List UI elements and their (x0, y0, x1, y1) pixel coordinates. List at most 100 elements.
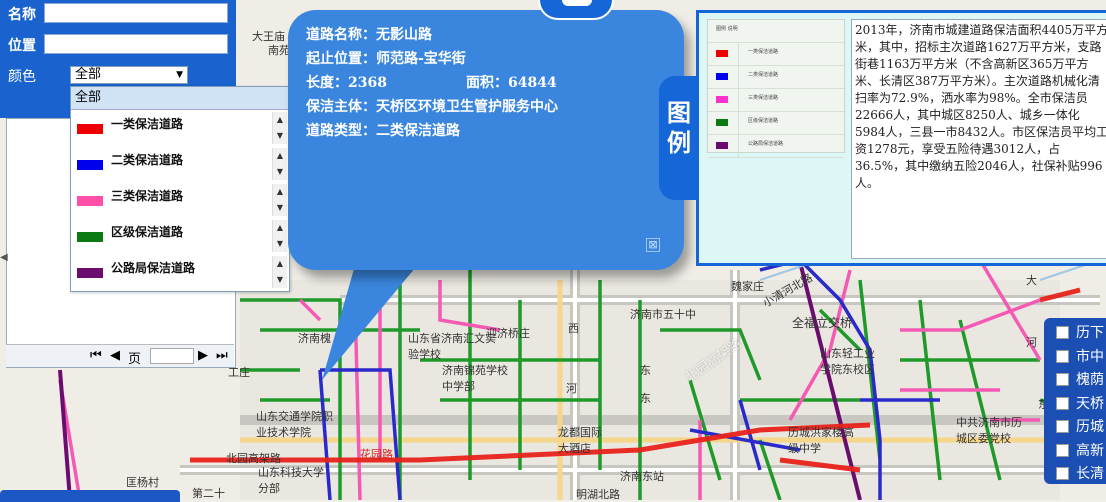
map-label: 山东省济南汇文实验学校 (408, 332, 496, 361)
legend-row: 二类保洁道路 (708, 66, 844, 89)
legend-color-swatch (716, 96, 728, 103)
road-maintainer: 保洁主体：天桥区环境卫生管护服务中心 (306, 99, 558, 115)
legend-label: 三类保洁道路 (748, 95, 779, 101)
legend-label: 二类保洁道路 (748, 72, 779, 78)
prev-page-icon[interactable]: ◀ (110, 348, 120, 363)
color-swatch (77, 160, 103, 170)
name-label: 名称 (8, 7, 36, 23)
district-checkbox[interactable] (1056, 326, 1069, 339)
map-label: 济南市五十中 (630, 308, 696, 321)
color-label: 颜色 (8, 69, 36, 85)
legend-divider (738, 135, 739, 157)
map-label: 东 (640, 392, 651, 405)
legend-table: 图例 说明 一类保洁道路 二类保洁道路 三类保洁道路 区级保洁道路 公路局保洁道路 (707, 19, 845, 158)
location-label: 位置 (8, 38, 36, 54)
map-label: 济南锦苑学校中学部 (442, 364, 508, 393)
legend-header-row: 图例 说明 (708, 20, 844, 43)
legend-divider (738, 89, 739, 111)
district-checkbox[interactable] (1056, 349, 1069, 363)
map-label: 龙都国际大酒店 (558, 426, 602, 455)
map-label: 大 (1026, 274, 1037, 287)
legend-tab[interactable]: 图例 (659, 76, 699, 200)
location-input[interactable] (44, 34, 228, 54)
color-select[interactable]: 全部 ▼ (70, 66, 188, 84)
dropdown-option-label: 区级保洁道路 (111, 225, 184, 239)
road-type: 道路类型：二类保洁道路 (306, 123, 460, 139)
district-checkbox[interactable] (1056, 420, 1069, 433)
district-label: 历城 (1076, 419, 1104, 435)
last-page-icon[interactable]: ⏭ (216, 348, 228, 363)
district-option[interactable]: 市中 (1056, 346, 1106, 366)
legend-color-swatch (716, 73, 728, 80)
scroll-arrows-icon[interactable]: ▲ ▼ (272, 148, 287, 180)
color-dropdown-list[interactable]: 全部 一类保洁道路 ▲ ▼ 二类保洁道路 ▲ ▼ 三类保洁道路 ▲ ▼ 区级保洁道路 ▲ ▼ 公路局保洁… (70, 86, 290, 292)
legend-description: 2013年，济南市城建道路保洁面积4405万平方米，其中，招标主次道路1627万… (851, 19, 1106, 259)
map-label: 河 (1026, 336, 1037, 349)
dropdown-option[interactable]: 三类保洁道路 ▲ ▼ (71, 182, 289, 218)
color-swatch (77, 268, 103, 278)
map-label: 山东交通学院职业技术学院 (256, 410, 333, 439)
district-option[interactable]: 高新 (1056, 440, 1106, 460)
district-checkbox[interactable] (1056, 443, 1069, 457)
legend-divider (738, 112, 739, 134)
color-swatch (77, 196, 103, 206)
top-toggle-handle (562, 0, 592, 6)
map-label: 山东轻工业学院东校区 (820, 347, 875, 376)
close-icon[interactable]: ⊠ (646, 238, 660, 252)
legend-label: 区级保洁道路 (748, 118, 779, 124)
page-number-input[interactable] (150, 348, 194, 364)
legend-label: 公路局保洁道路 (748, 141, 784, 147)
district-checkbox[interactable] (1056, 396, 1069, 410)
district-label: 槐荫 (1076, 372, 1104, 388)
legend-row: 三类保洁道路 (708, 89, 844, 112)
district-option[interactable]: 天桥 (1056, 393, 1106, 413)
district-option[interactable]: 长清 (1056, 463, 1106, 483)
bottom-panel-tab[interactable] (0, 490, 180, 502)
legend-row: 区级保洁道路 (708, 112, 844, 135)
district-label: 高新 (1076, 442, 1104, 459)
district-option[interactable]: 历城 (1056, 416, 1106, 436)
dropdown-option-label: 三类保洁道路 (111, 189, 184, 203)
road-info-popup: 道路名称：无影山路 起止位置：师范路-宝华街 长度：2368 面积：64844 … (288, 10, 684, 270)
dropdown-option[interactable]: 二类保洁道路 ▲ ▼ (71, 146, 289, 182)
scroll-arrows-icon[interactable]: ▲ ▼ (272, 112, 287, 144)
pager: ⏮ ◀ 页 ▶ ⏭ (6, 344, 234, 367)
dropdown-option[interactable]: 公路局保洁道路 ▲ ▼ (71, 254, 289, 290)
name-input[interactable] (44, 3, 228, 23)
dropdown-option[interactable]: 区级保洁道路 ▲ ▼ (71, 218, 289, 254)
map-label: 花园路 (360, 448, 393, 461)
dropdown-option-label: 二类保洁道路 (111, 153, 184, 167)
dropdown-option-label: 公路局保洁道路 (111, 261, 196, 275)
district-option[interactable]: 历下 (1056, 322, 1106, 342)
map-label: 河 (566, 382, 577, 395)
map-label: 迎济桥庄 (486, 327, 530, 340)
scroll-arrows-icon[interactable]: ▲ ▼ (272, 184, 287, 216)
dropdown-option-label: 一类保洁道路 (111, 117, 184, 131)
road-name: 道路名称：无影山路 (306, 27, 432, 43)
page-label: 页 (128, 352, 142, 367)
district-option[interactable]: 槐荫 (1056, 369, 1106, 389)
legend-divider (738, 66, 739, 88)
scroll-arrows-icon[interactable]: ▲ ▼ (272, 256, 287, 288)
first-page-icon[interactable]: ⏮ (90, 348, 102, 363)
legend-row: 公路局保洁道路 (708, 135, 844, 158)
map-label: 第二十 (192, 487, 225, 500)
map-label: 魏家庄 (731, 280, 764, 293)
color-swatch (77, 232, 103, 242)
district-checkbox[interactable] (1056, 373, 1069, 386)
map-label: 山东科技大学分部 (258, 466, 324, 495)
road-start-location: 起止位置：师范路-宝华街 (306, 51, 466, 67)
scroll-arrows-icon[interactable]: ▲ ▼ (272, 220, 287, 252)
dropdown-option-all[interactable]: 全部 (71, 87, 289, 110)
map-label: 匡杨村 (126, 476, 159, 489)
legend-tab-label: 图例 (667, 98, 691, 157)
next-page-icon[interactable]: ▶ (198, 348, 208, 363)
collapse-left-icon[interactable]: ◀ (0, 252, 8, 266)
dropdown-option[interactable]: 一类保洁道路 ▲ ▼ (71, 110, 289, 146)
district-filter: 历下市中槐荫天桥历城高新长清 (1044, 318, 1106, 484)
district-checkbox[interactable] (1056, 467, 1069, 480)
district-label: 市中 (1076, 348, 1104, 365)
map-label: 南苑 (268, 44, 290, 57)
chevron-down-icon: ▼ (176, 70, 183, 80)
map-label: 西 (568, 322, 579, 335)
